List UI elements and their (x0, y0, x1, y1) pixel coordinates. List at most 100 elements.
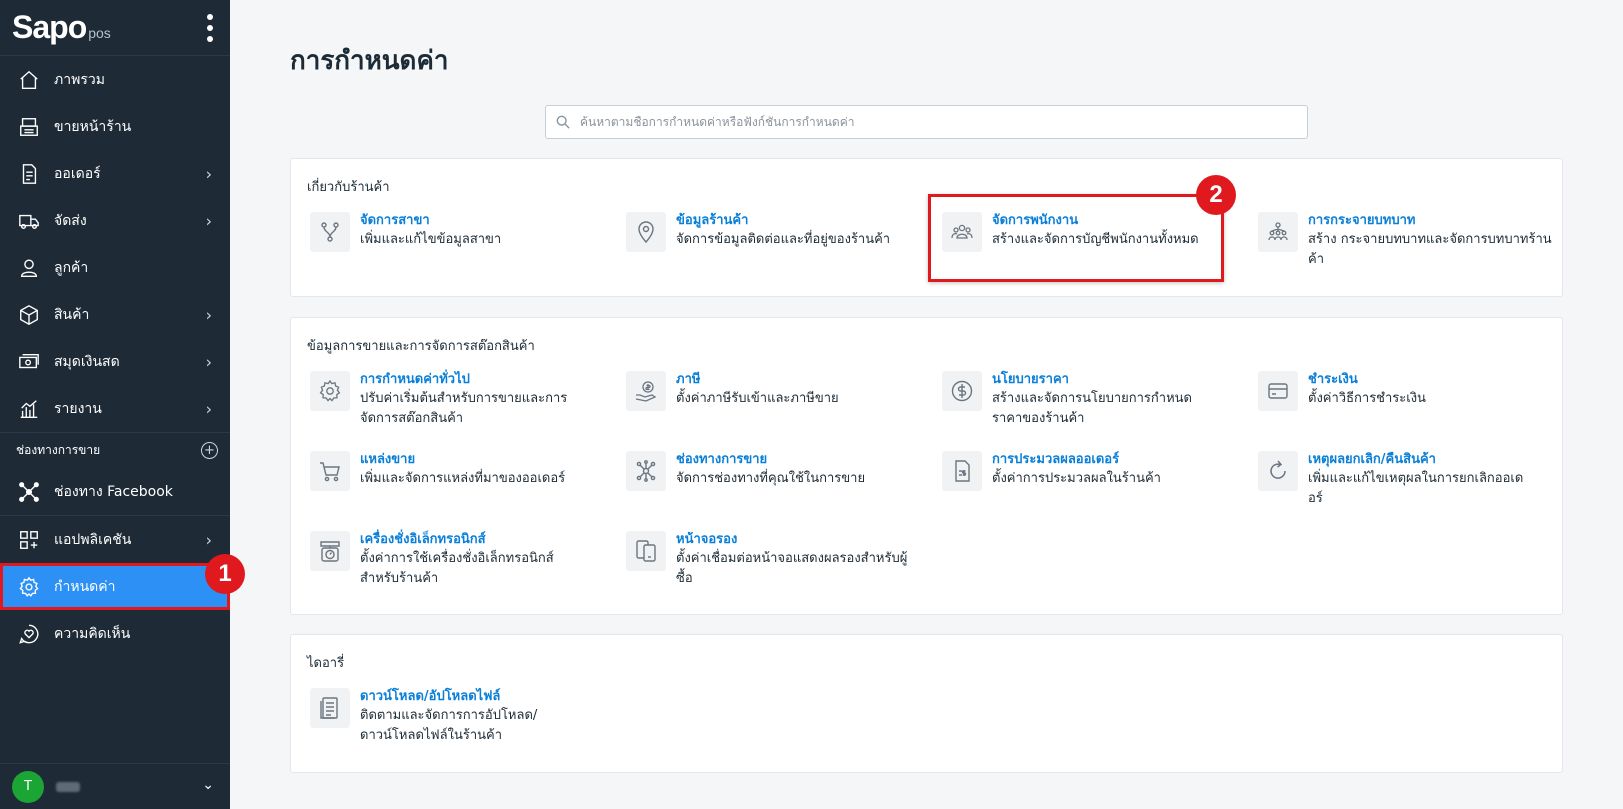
sapo-logo[interactable]: Sapo pos (12, 9, 111, 46)
setting-title[interactable]: การกระจายบทบาท (1308, 212, 1558, 230)
location-pin-icon (626, 212, 666, 252)
chevron-right-icon: › (205, 399, 212, 418)
user-icon (18, 257, 40, 279)
setting-roles[interactable]: การกระจายบทบาทสร้าง กระจายบทบาทและจัดการ… (1258, 212, 1558, 270)
setting-tax[interactable]: ภาษีตั้งค่าภาษีรับเข้าและภาษีขาย (626, 371, 926, 411)
setting-title[interactable]: ช่องทางการขาย (676, 451, 926, 469)
setting-title[interactable]: ภาษี (676, 371, 926, 389)
setting-title[interactable]: จัดการสาขา (360, 212, 595, 230)
sidebar-item-reports[interactable]: รายงาน › (0, 385, 230, 432)
sidebar-item-label: ภาพรวม (54, 71, 105, 88)
setting-branches[interactable]: จัดการสาขาเพิ่มและแก้ไขข้อมูลสาขา (310, 212, 610, 252)
apps-grid-icon (18, 529, 40, 551)
cart-icon (310, 451, 350, 491)
sidebar-item-settings[interactable]: กำหนดค่า (0, 563, 230, 610)
sidebar-item-label: กำหนดค่า (54, 578, 116, 595)
home-icon (18, 69, 40, 91)
sidebar-item-facebook[interactable]: ช่องทาง Facebook (0, 468, 230, 515)
channel-hub-icon (626, 451, 666, 491)
add-channel-icon[interactable]: + (201, 442, 218, 459)
avatar[interactable]: T (12, 770, 44, 803)
order-doc-icon (942, 451, 982, 491)
setting-store-info[interactable]: ข้อมูลร้านค้า จัดการข้อมูลติดต่อและที่อยู… (626, 212, 926, 252)
report-icon (18, 398, 40, 420)
sidebar-item-customers[interactable]: ลูกค้า (0, 244, 230, 291)
setting-price-policy[interactable]: นโยบายราคา สร้างและจัดการนโยบายการกำหนดรา… (942, 371, 1242, 429)
chevron-right-icon: › (205, 305, 212, 324)
dollar-circle-icon (942, 371, 982, 411)
user-bar[interactable]: T ⌄ (0, 763, 230, 809)
setting-title[interactable]: การประมวลผลออเดอร์ (992, 451, 1242, 469)
setting-desc: เพิ่มและแก้ไขข้อมูลสาขา (360, 232, 502, 247)
gear-icon (310, 371, 350, 411)
truck-icon (18, 210, 40, 232)
sidebar-item-label: จัดส่ง (54, 212, 87, 229)
search-icon (556, 115, 570, 129)
sidebar-item-orders[interactable]: ออเดอร์ › (0, 150, 230, 197)
card-title: เกี่ยวกับร้านค้า (307, 180, 390, 195)
setting-title[interactable]: ดาวน์โหลด/อัปโหลดไฟล์ (360, 688, 555, 706)
setting-desc: ปรับค่าเริ่มต้นสำหรับการขายและการจัดการส… (360, 391, 568, 426)
setting-general[interactable]: การกำหนดค่าทั่วไปปรับค่าเริ่มต้นสำหรับกา… (310, 371, 610, 429)
sidebar-item-label: ลูกค้า (54, 259, 89, 276)
sidebar-item-label: ขายหน้าร้าน (54, 118, 132, 135)
setting-desc: ตั้งค่าภาษีรับเข้าและภาษีขาย (676, 391, 839, 406)
chevron-right-icon: › (205, 352, 212, 371)
card-icon (1258, 371, 1298, 411)
chevron-right-icon: › (205, 211, 212, 230)
setting-secondary-screen[interactable]: หน้าจอรองตั้งค่าเชื่อมต่อหน้าจอแสดงผลรอง… (626, 531, 926, 589)
setting-order-processing[interactable]: การประมวลผลออเดอร์ ตั้งค่าการประมวลผลในร้… (942, 451, 1242, 491)
file-list-icon (310, 688, 350, 728)
sidebar-item-cashbook[interactable]: สมุดเงินสด › (0, 338, 230, 385)
setting-desc: เพิ่มและจัดการแหล่งที่มาของออเดอร์ (360, 471, 566, 486)
sidebar-item-label: ความคิดเห็น (54, 625, 131, 642)
setting-desc: สร้าง กระจายบทบาทและจัดการบทบาทร้านค้า (1308, 232, 1552, 267)
search-box[interactable] (545, 105, 1308, 139)
chevron-down-icon[interactable]: ⌄ (202, 777, 214, 793)
setting-title[interactable]: แหล่งขาย (360, 451, 610, 469)
main-content: การกำหนดค่า เกี่ยวกับร้านค้า จัดการสาขาเ… (230, 0, 1623, 809)
setting-title[interactable]: หน้าจอรอง (676, 531, 911, 549)
sidebar-item-overview[interactable]: ภาพรวม (0, 56, 230, 103)
setting-sources[interactable]: แหล่งขายเพิ่มและจัดการแหล่งที่มาของออเดอ… (310, 451, 610, 491)
sidebar-item-products[interactable]: สินค้า › (0, 291, 230, 338)
setting-scale[interactable]: เครื่องชั่งอิเล็กทรอนิกส์ ตั้งค่าการใช้เค… (310, 531, 610, 589)
setting-channels[interactable]: ช่องทางการขายจัดการช่องทางที่คุณใช้ในการ… (626, 451, 926, 491)
cash-icon (18, 351, 40, 373)
settings-card-sales: ข้อมูลการขายและการจัดการสต๊อกสินค้า การก… (290, 317, 1563, 615)
sidebar-item-label: ช่องทาง Facebook (54, 483, 173, 500)
sidebar-item-apps[interactable]: แอปพลิเคชัน › (0, 516, 230, 563)
setting-file-transfer[interactable]: ดาวน์โหลด/อัปโหลดไฟล์ติดตามและจัดการการอ… (310, 688, 610, 746)
order-icon (18, 163, 40, 185)
sidebar-item-label: ออเดอร์ (54, 165, 101, 182)
setting-desc: เพิ่มและแก้ไขเหตุผลในการยกเลิกออเดอร์ (1308, 471, 1524, 506)
sidebar: Sapo pos ภาพรวม ขายหน้าร้าน ออเดอร์ › จัด… (0, 0, 230, 809)
sidebar-item-shipping[interactable]: จัดส่ง › (0, 197, 230, 244)
sidebar-item-label: รายงาน (54, 400, 102, 417)
user-name-blurred (56, 781, 80, 792)
setting-title[interactable]: การกำหนดค่าทั่วไป (360, 371, 570, 389)
setting-cancel-reasons[interactable]: เหตุผลยกเลิก/คืนสินค้าเพิ่มและแก้ไขเหตุผ… (1258, 451, 1558, 509)
screens-icon (626, 531, 666, 571)
setting-payment[interactable]: ชำระเงิน ตั้งค่าวิธีการชำระเงิน (1258, 371, 1558, 411)
sidebar-item-pos[interactable]: ขายหน้าร้าน (0, 103, 230, 150)
sidebar-item-label: สินค้า (54, 306, 90, 323)
setting-title[interactable]: นโยบายราคา (992, 371, 1222, 389)
logo-bar: Sapo pos (0, 0, 230, 56)
search-input[interactable] (580, 115, 1297, 129)
setting-desc: จัดการช่องทางที่คุณใช้ในการขาย (676, 471, 866, 486)
setting-title[interactable]: ข้อมูลร้านค้า (676, 212, 926, 230)
setting-title[interactable]: เครื่องชั่งอิเล็กทรอนิกส์ (360, 531, 565, 549)
setting-title[interactable]: เหตุผลยกเลิก/คืนสินค้า (1308, 451, 1533, 469)
box-icon (18, 304, 40, 326)
more-menu-icon[interactable] (204, 14, 216, 42)
section-label: ช่องทางการขาย (16, 443, 101, 457)
setting-desc: ติดตามและจัดการการอัปโหลด/ดาวน์โหลดไฟล์ใ… (360, 708, 538, 743)
setting-title[interactable]: ชำระเงิน (1308, 371, 1543, 389)
highlight-box (928, 194, 1224, 282)
setting-desc: ตั้งค่าเชื่อมต่อหน้าจอแสดงผลรองสำหรับผู้… (676, 551, 908, 586)
annotation-marker-1: 1 (205, 554, 245, 594)
role-hierarchy-icon (1258, 212, 1298, 252)
settings-card-diary: ไดอารี่ ดาวน์โหลด/อัปโหลดไฟล์ ติดตามและจั… (290, 634, 1563, 773)
sidebar-item-feedback[interactable]: ความคิดเห็น (0, 610, 230, 657)
